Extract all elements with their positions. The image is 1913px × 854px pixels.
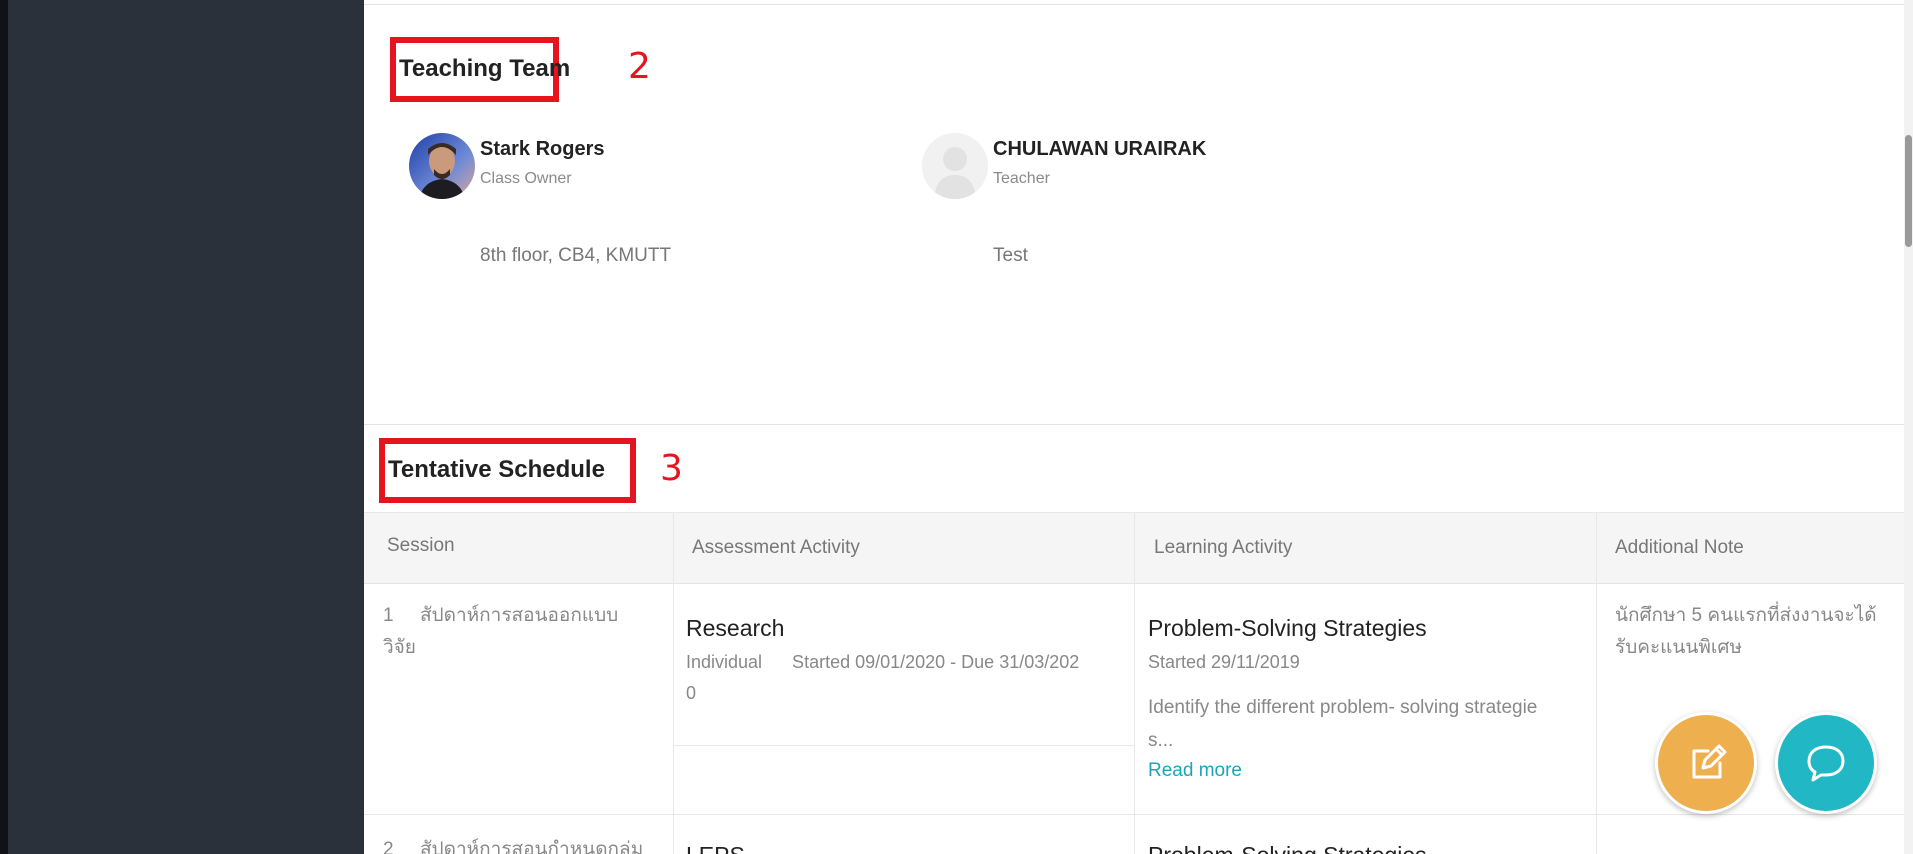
annotation-number-3: 3: [660, 448, 683, 489]
learning-description-text: Identify the different problem- solving …: [1148, 697, 1538, 718]
window-edge: [0, 0, 8, 854]
learning-title[interactable]: Problem-Solving Strategies: [1148, 615, 1427, 642]
member-note: Test: [993, 245, 1028, 266]
annotation-number-2: 2: [628, 46, 651, 87]
member-note: 8th floor, CB4, KMUTT: [480, 245, 672, 266]
tentative-schedule-title: Tentative Schedule: [388, 456, 605, 483]
column-header-learning-activity: Learning Activity: [1154, 537, 1293, 558]
section-divider: [364, 424, 1904, 425]
row-divider: [364, 814, 1904, 815]
session-text: วิจัย: [383, 637, 416, 658]
additional-note-text: นักศึกษา 5 คนแรกที่ส่งงานจะได้: [1615, 605, 1877, 626]
learning-title[interactable]: Problem-Solving Strategies: [1148, 842, 1427, 854]
assessment-meta: Individual Started 09/01/2020 - Due 31/0…: [686, 647, 1131, 709]
avatar[interactable]: [409, 133, 475, 199]
member-role: Teacher: [993, 170, 1050, 187]
assessment-meta-text: Individual Started 09/01/2020 - Due 31/0…: [686, 652, 1080, 672]
session-cell: 1 สัปดาห์การสอนออกแบบ วิจัย: [383, 600, 663, 664]
column-divider: [1596, 512, 1597, 854]
column-header-assessment-activity: Assessment Activity: [692, 537, 860, 558]
read-more-link[interactable]: Read more: [1148, 760, 1242, 782]
member-name[interactable]: CHULAWAN URAIRAK: [993, 138, 1206, 161]
column-divider: [1134, 512, 1135, 854]
row-divider: [674, 745, 1134, 746]
scrollbar-track[interactable]: [1904, 0, 1913, 854]
edit-fab-button[interactable]: [1655, 712, 1757, 814]
assessment-meta-text: 0: [686, 683, 697, 703]
additional-note-cell: นักศึกษา 5 คนแรกที่ส่งงานจะได้ รับคะแนนพ…: [1615, 600, 1895, 664]
learning-started: Started 29/11/2019: [1148, 652, 1300, 672]
column-divider: [673, 512, 674, 854]
scrollbar-thumb[interactable]: [1905, 135, 1912, 247]
edit-icon: [1692, 744, 1727, 779]
session-text: 1 สัปดาห์การสอนออกแบบ: [383, 605, 619, 626]
member-role: Class Owner: [480, 170, 572, 187]
assessment-title[interactable]: Research: [686, 615, 784, 642]
member-name[interactable]: Stark Rogers: [480, 138, 605, 161]
learning-description: Identify the different problem- solving …: [1148, 691, 1593, 757]
column-header-additional-note: Additional Note: [1615, 537, 1744, 558]
chat-fab-button[interactable]: [1775, 712, 1877, 814]
chat-icon: [1807, 745, 1845, 782]
column-header-session: Session: [387, 535, 455, 556]
additional-note-text: รับคะแนนพิเศษ: [1615, 637, 1743, 658]
teaching-team-title: Teaching Team: [399, 55, 571, 82]
sidebar: [8, 0, 364, 854]
top-divider: [364, 4, 1904, 5]
avatar-placeholder[interactable]: [922, 133, 988, 199]
learning-description-text: s...: [1148, 730, 1174, 751]
assessment-title[interactable]: LEPS: [686, 842, 745, 854]
session-cell: 2 สัปดาห์การสอนกำหนดกลุ่ม: [383, 839, 644, 854]
